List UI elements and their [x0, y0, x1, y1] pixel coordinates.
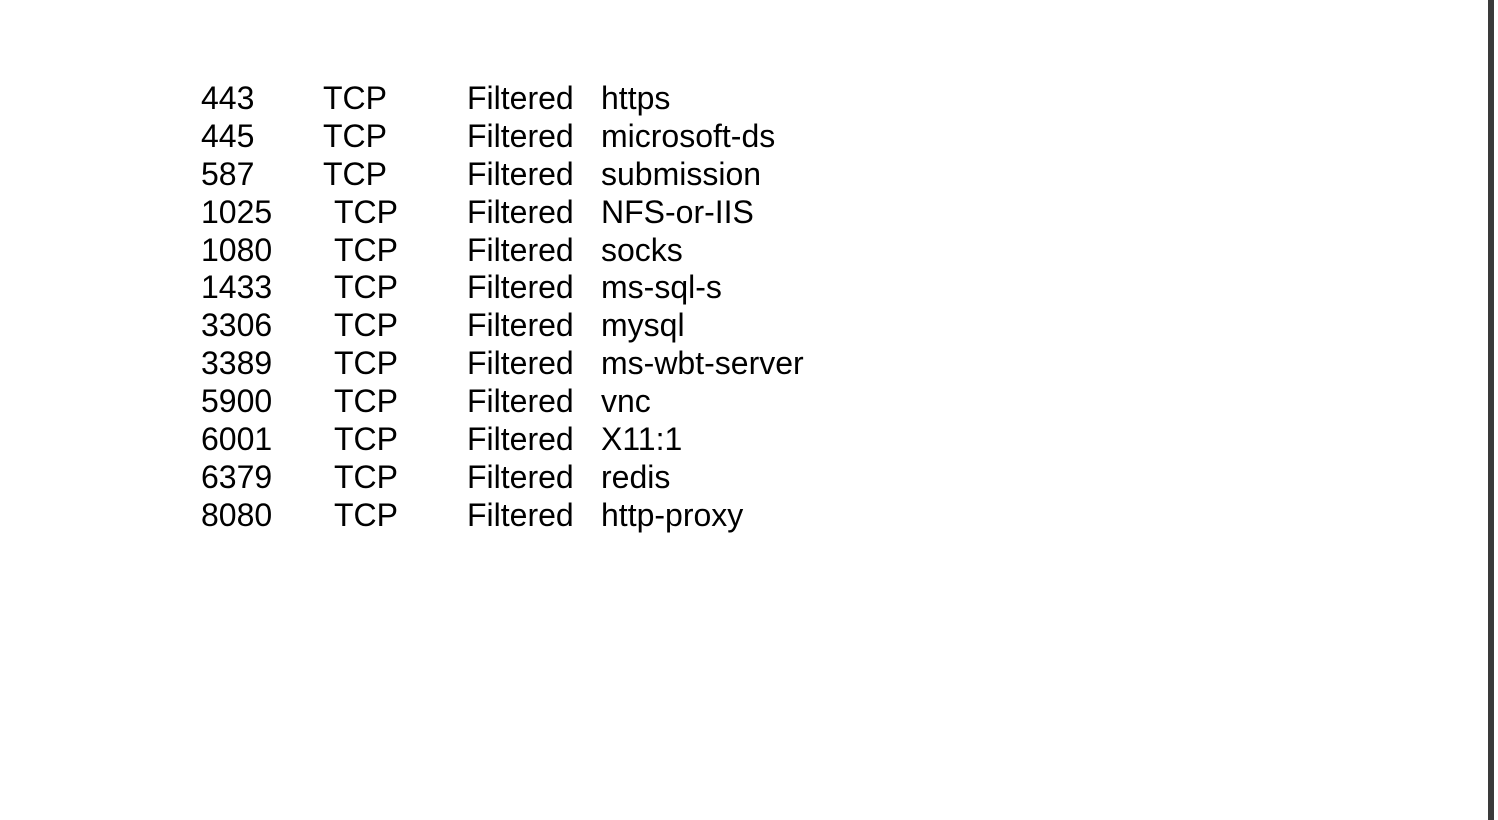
port-protocol: TCP [334, 421, 398, 458]
port-state: Filtered [467, 80, 574, 116]
port-service: ms-wbt-server [601, 345, 804, 382]
port-protocol: TCP [334, 383, 398, 420]
port-protocol: TCP [334, 496, 398, 533]
port-service: mysql [601, 307, 685, 344]
port-state: Filtered [467, 269, 574, 306]
port-row: 3306 TCP Filtered mysql [201, 306, 901, 344]
document-page: 443 TCP Filtered https 445 TCP Filtered … [0, 0, 1498, 820]
port-service: http-proxy [601, 496, 744, 533]
port-state: Filtered [467, 193, 574, 230]
port-row: 445 TCP Filtered microsoft-ds [201, 117, 901, 155]
port-table: 443 TCP Filtered https 445 TCP Filtered … [201, 79, 901, 534]
port-protocol: TCP [334, 307, 398, 344]
port-row: 1433 TCP Filtered ms-sql-s [201, 268, 901, 306]
port-row: 5900 TCP Filtered vnc [201, 382, 901, 420]
port-row: 1025 TCP Filtered NFS-or-IIS [201, 193, 901, 231]
port-number: 6379 [201, 458, 273, 495]
port-service: redis [601, 458, 671, 495]
port-service: socks [601, 231, 683, 268]
page-edge-bar [1488, 0, 1494, 820]
port-protocol: TCP [334, 458, 398, 495]
port-number: 5900 [201, 383, 273, 420]
port-state: Filtered [467, 458, 574, 495]
port-service: submission [601, 155, 762, 192]
port-row: 8080 TCP Filtered http-proxy [201, 496, 901, 534]
port-number: 443 [201, 80, 255, 116]
port-state: Filtered [467, 231, 574, 268]
port-row: 6001 TCP Filtered X11:1 [201, 420, 901, 458]
port-protocol: TCP [334, 269, 398, 306]
port-service: microsoft-ds [601, 117, 776, 154]
port-number: 1433 [201, 269, 273, 306]
port-row: 1080 TCP Filtered socks [201, 231, 901, 269]
port-protocol: TCP [323, 117, 387, 154]
port-row: 587 TCP Filtered submission [201, 155, 901, 193]
port-state: Filtered [467, 345, 574, 382]
port-state: Filtered [467, 421, 574, 458]
port-state: Filtered [467, 307, 574, 344]
port-protocol: TCP [334, 345, 398, 382]
port-row: 3389 TCP Filtered ms-wbt-server [201, 344, 901, 382]
port-protocol: TCP [323, 80, 387, 116]
port-protocol: TCP [323, 155, 387, 192]
port-number: 1080 [201, 231, 273, 268]
port-state: Filtered [467, 155, 574, 192]
port-number: 445 [201, 117, 255, 154]
port-number: 587 [201, 155, 255, 192]
port-service: X11:1 [601, 421, 683, 458]
port-protocol: TCP [334, 231, 398, 268]
port-state: Filtered [467, 383, 574, 420]
port-service: vnc [601, 383, 651, 420]
port-service: ms-sql-s [601, 269, 722, 306]
port-state: Filtered [467, 117, 574, 154]
port-service: https [601, 80, 671, 116]
port-state: Filtered [467, 496, 574, 533]
port-row: 6379 TCP Filtered redis [201, 458, 901, 496]
port-number: 6001 [201, 421, 273, 458]
port-protocol: TCP [334, 193, 398, 230]
port-number: 3306 [201, 307, 273, 344]
port-number: 3389 [201, 345, 273, 382]
port-service: NFS-or-IIS [601, 193, 754, 230]
port-number: 1025 [201, 193, 273, 230]
port-number: 8080 [201, 496, 273, 533]
port-row: 443 TCP Filtered https [201, 79, 901, 117]
